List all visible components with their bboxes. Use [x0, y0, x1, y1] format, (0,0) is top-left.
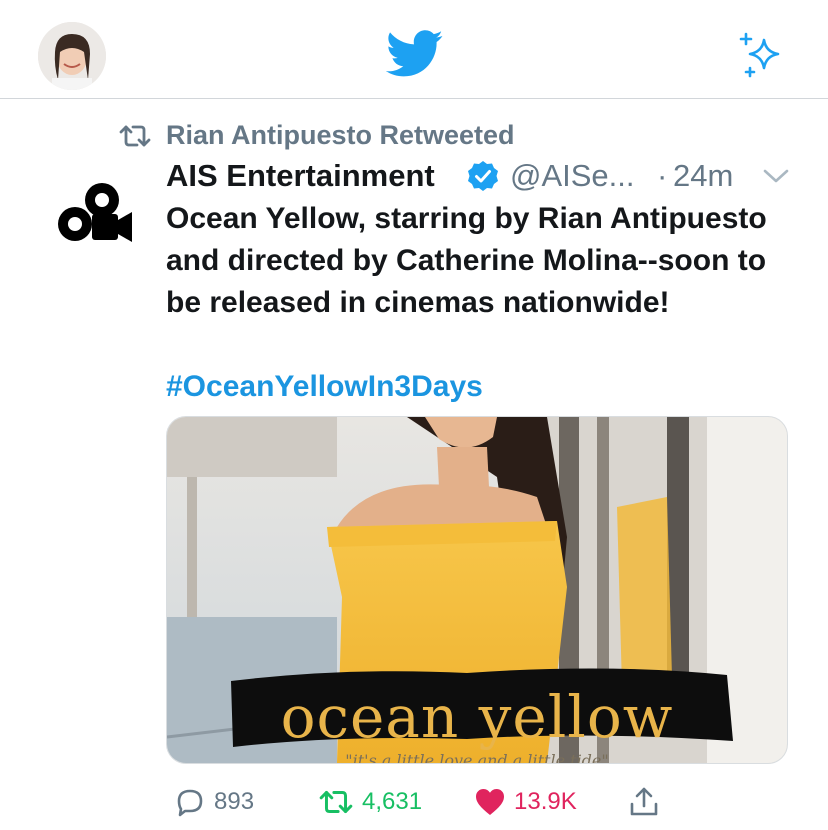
profile-photo — [38, 22, 106, 90]
retweet-button[interactable]: 4,631 — [318, 786, 422, 818]
heart-icon — [476, 789, 504, 815]
hashtag-link[interactable]: #OceanYellowIn3Days — [166, 366, 483, 408]
share-button[interactable] — [628, 786, 660, 818]
chevron-down-icon[interactable] — [762, 164, 790, 188]
tweet-timestamp[interactable]: 24m — [673, 158, 733, 194]
tweet-text: Ocean Yellow, starring by Rian Antipuest… — [166, 202, 767, 319]
sparkle-icon[interactable] — [736, 30, 786, 80]
verified-badge-icon — [467, 160, 499, 192]
film-camera-logo — [58, 183, 132, 242]
share-icon — [630, 787, 658, 816]
retweet-count: 4,631 — [362, 788, 423, 815]
account-name[interactable]: AIS Entertainment — [166, 158, 435, 194]
retweet-icon — [319, 790, 353, 814]
twitter-bird-icon[interactable] — [385, 30, 444, 78]
account-avatar[interactable] — [54, 178, 134, 250]
poster-title: ocean yellow — [280, 683, 674, 751]
reply-count: 893 — [214, 788, 255, 815]
header-divider — [0, 98, 828, 99]
like-count: 13.9K — [514, 788, 577, 815]
retweet-context-icon — [118, 124, 152, 148]
reply-button[interactable]: 893 — [174, 786, 254, 818]
reply-icon — [177, 789, 203, 817]
poster-tagline: "it's a little love and a little tide" — [345, 751, 609, 764]
account-handle[interactable]: @AISe... — [510, 158, 635, 194]
profile-avatar[interactable] — [38, 22, 106, 90]
like-button[interactable]: 13.9K — [474, 786, 577, 818]
retweet-context-label[interactable]: Rian Antipuesto Retweeted — [166, 120, 515, 151]
header-separator: · — [657, 158, 668, 193]
tweet-media-image[interactable]: ocean yellow "it's a little love and a l… — [166, 416, 788, 764]
